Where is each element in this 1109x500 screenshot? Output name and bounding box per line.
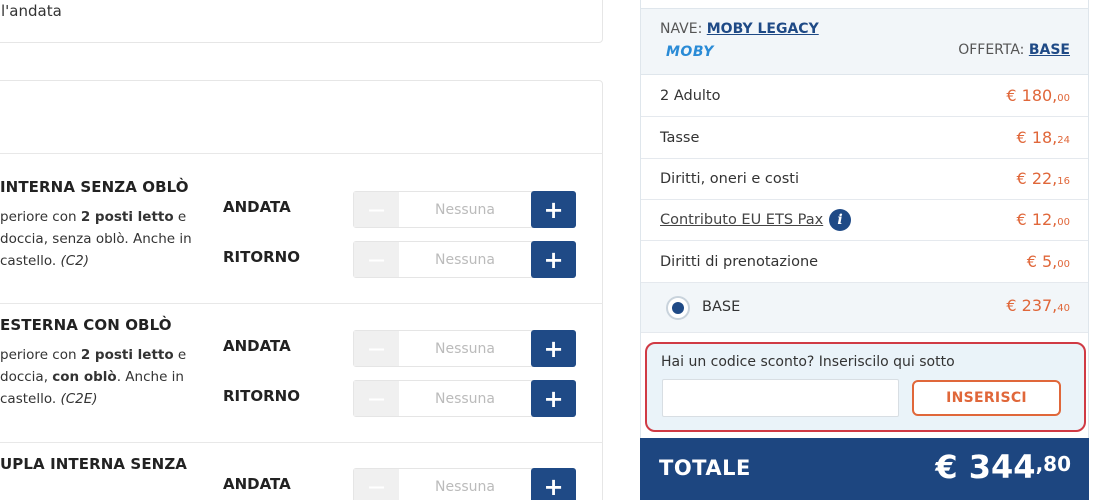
decrement-button[interactable]: − <box>354 192 399 227</box>
ship-header: NAVE: MOBY LEGACY MOBY OFFERTA: BASE <box>641 8 1088 75</box>
andata-label: ANDATA <box>223 337 291 355</box>
price-row-ets: Contributo EU ETS Pax i € 12,00 <box>641 200 1088 241</box>
stepper-value: Nessuna <box>435 478 495 495</box>
price-value: € 237,40 <box>1006 296 1070 315</box>
total-label: TOTALE <box>659 456 751 480</box>
price-value: € 18,24 <box>1016 128 1070 147</box>
stepper-value: Nessuna <box>435 201 495 218</box>
andata-label: ANDATA <box>223 198 291 216</box>
price-value: € 180,00 <box>1006 86 1070 105</box>
offer: OFFERTA: BASE <box>958 42 1070 58</box>
cabin-title-interna: INTERNA SENZA OBLÒ <box>0 178 189 196</box>
price-row-adults: 2 Adulto € 180,00 <box>641 76 1088 117</box>
insert-code-button[interactable]: INSERISCI <box>912 380 1061 416</box>
discount-code-box: Hai un codice sconto? Inseriscilo qui so… <box>645 342 1086 432</box>
decrement-button[interactable]: − <box>354 469 399 500</box>
cabin2-andata-stepper: − Nessuna + <box>353 330 576 367</box>
discount-question: Hai un codice sconto? Inseriscilo qui so… <box>661 354 955 370</box>
cabin-divider <box>0 442 603 443</box>
decrement-button[interactable]: − <box>354 381 399 416</box>
price-row-taxes: Tasse € 18,24 <box>641 118 1088 159</box>
booking-summary: NAVE: MOBY LEGACY MOBY OFFERTA: BASE 2 A… <box>640 0 1089 500</box>
ritorno-label: RITORNO <box>223 387 300 405</box>
decrement-button[interactable]: − <box>354 331 399 366</box>
price-value: € 12,00 <box>1016 210 1070 229</box>
ship-name-link[interactable]: MOBY LEGACY <box>707 21 819 37</box>
total-bar: TOTALE € 344,80 <box>640 438 1089 500</box>
ets-link[interactable]: Contributo EU ETS Pax <box>660 212 823 228</box>
discount-code-input[interactable] <box>662 379 899 417</box>
cabin1-andata-stepper: − Nessuna + <box>353 191 576 228</box>
cabin-title-tripla: UPLA INTERNA SENZA <box>0 455 188 473</box>
decrement-button[interactable]: − <box>354 242 399 277</box>
cabin3-andata-stepper: − Nessuna + <box>353 468 576 500</box>
cabin-desc-interna: periore con 2 posti letto e doccia, senz… <box>0 209 192 269</box>
increment-button[interactable]: + <box>531 330 576 367</box>
price-value: € 22,16 <box>1016 169 1070 188</box>
moby-logo: MOBY <box>666 44 714 60</box>
outbound-card-text: l'andata <box>1 2 62 20</box>
ship-name: NAVE: MOBY LEGACY <box>660 21 819 37</box>
stepper-value: Nessuna <box>435 340 495 357</box>
price-row-fees: Diritti, oneri e costi € 22,16 <box>641 159 1088 200</box>
cabin-selection-column: l'andata INTERNA SENZA OBLÒ periore con … <box>0 0 620 500</box>
total-amount: € 344,80 <box>935 448 1071 486</box>
increment-button[interactable]: + <box>531 468 576 500</box>
cabins-card <box>0 80 603 500</box>
stepper-value: Nessuna <box>435 390 495 407</box>
increment-button[interactable]: + <box>531 241 576 278</box>
base-radio[interactable] <box>666 296 690 320</box>
ritorno-label: RITORNO <box>223 248 300 266</box>
outbound-card: l'andata <box>0 0 603 43</box>
cabin-desc-esterna: periore con 2 posti letto e doccia, con … <box>0 347 187 407</box>
price-row-booking-fees: Diritti di prenotazione € 5,00 <box>641 242 1088 283</box>
increment-button[interactable]: + <box>531 380 576 417</box>
stepper-value: Nessuna <box>435 251 495 268</box>
cabins-header-divider <box>0 153 603 154</box>
price-value: € 5,00 <box>1026 252 1070 271</box>
cabin-divider <box>0 303 603 304</box>
andata-label: ANDATA <box>223 475 291 493</box>
cabin2-ritorno-stepper: − Nessuna + <box>353 380 576 417</box>
increment-button[interactable]: + <box>531 191 576 228</box>
cabin-title-esterna: ESTERNA CON OBLÒ <box>0 316 172 334</box>
info-icon[interactable]: i <box>829 209 851 231</box>
cabin1-ritorno-stepper: − Nessuna + <box>353 241 576 278</box>
price-row-base[interactable]: BASE € 237,40 <box>641 283 1088 333</box>
offer-link[interactable]: BASE <box>1029 42 1070 58</box>
